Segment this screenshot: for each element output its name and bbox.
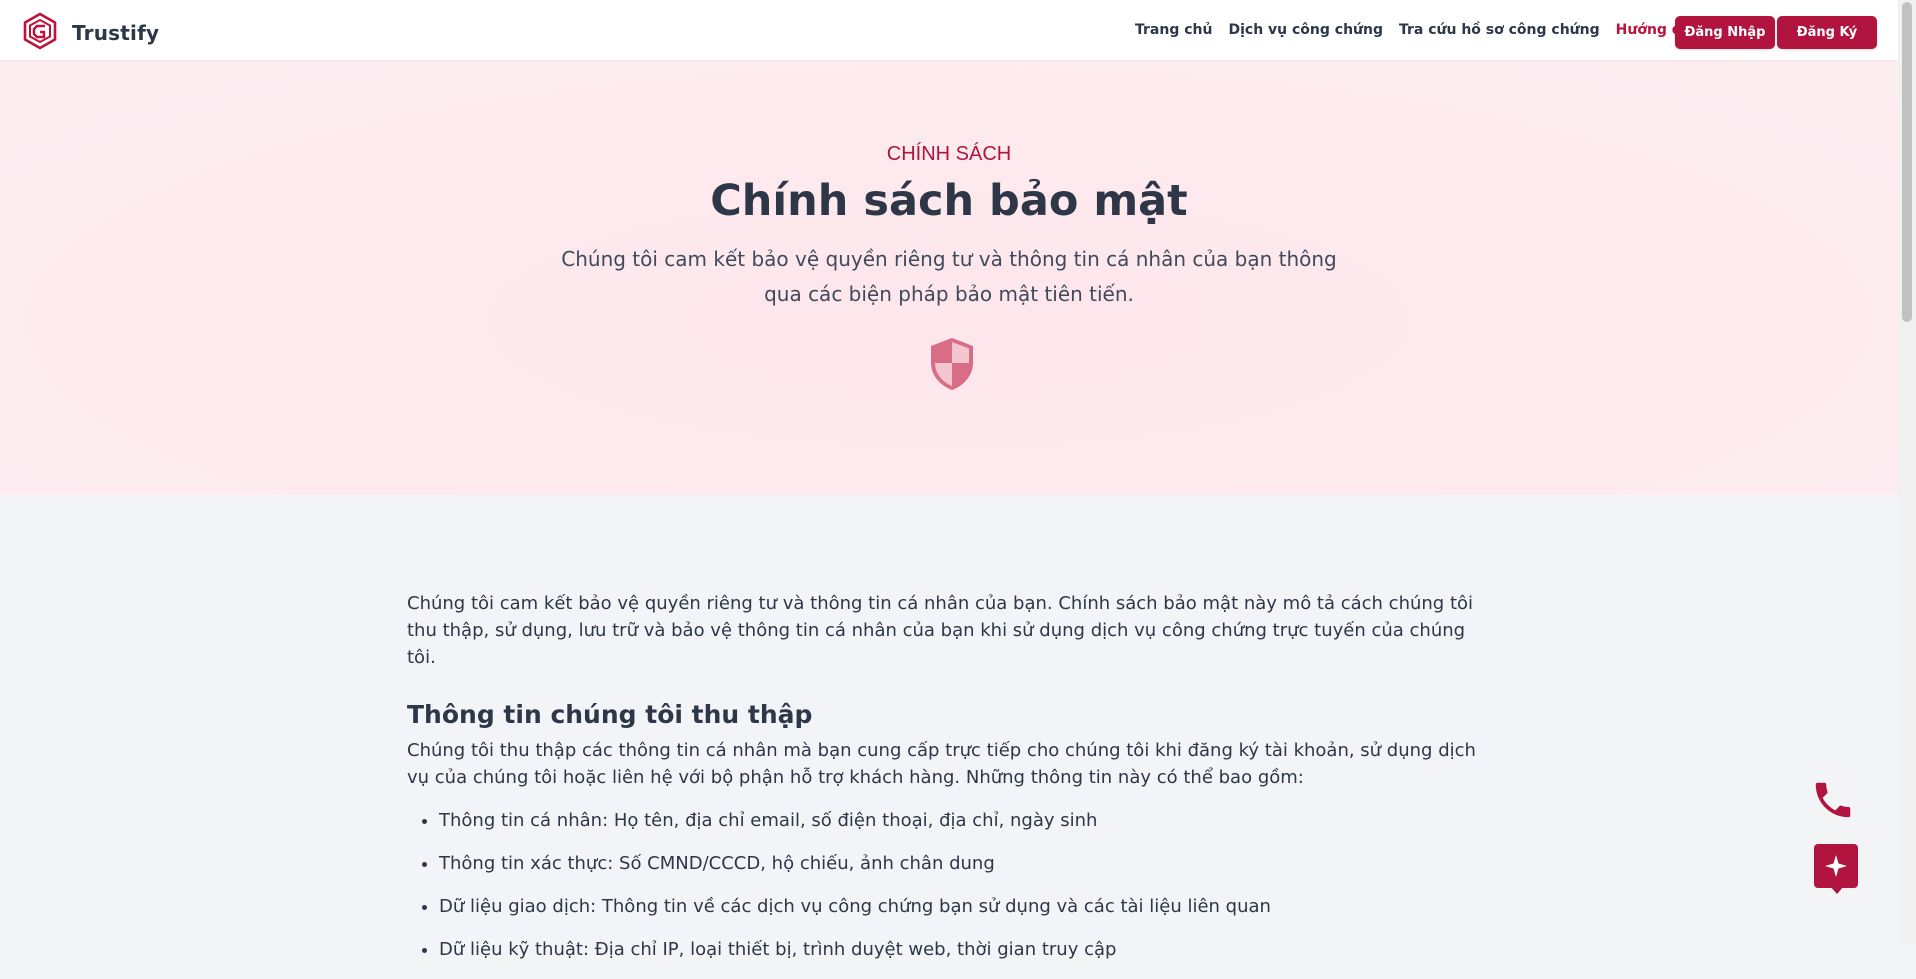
top-navbar: Trustify Trang chủ Dịch vụ công chứng Tr…: [0, 0, 1898, 60]
hero-subtitle: Chúng tôi cam kết bảo vệ quyền riêng tư …: [561, 247, 1337, 306]
brand-name: Trustify: [72, 21, 160, 45]
main-nav: Trang chủ Dịch vụ công chứng Tra cứu hồ …: [1135, 22, 1717, 38]
brand[interactable]: Trustify: [22, 12, 159, 54]
chat-bubble-tail: [1830, 886, 1844, 894]
section-heading: Thông tin chúng tôi thu thập: [407, 700, 813, 729]
sparkle-icon: [1824, 854, 1848, 882]
section-paragraph: Chúng tôi thu thập các thông tin cá nhân…: [407, 740, 1476, 788]
scrollbar-thumb[interactable]: [1902, 2, 1912, 322]
phone-icon[interactable]: [1810, 777, 1854, 823]
list-item: Dữ liệu kỹ thuật: Địa chỉ IP, loại thiết…: [439, 936, 1497, 963]
trustify-logo-icon: [22, 12, 58, 54]
list-item: Thông tin cá nhân: Họ tên, địa chỉ email…: [439, 807, 1497, 834]
policy-content-card: Chúng tôi cam kết bảo vệ quyền riêng tư …: [378, 557, 1525, 960]
intro-paragraph: Chúng tôi cam kết bảo vệ quyền riêng tư …: [407, 593, 1474, 668]
shield-icon: [928, 336, 976, 392]
register-button[interactable]: Đăng Ký: [1777, 16, 1877, 49]
nav-item-lookup[interactable]: Tra cứu hồ sơ công chứng: [1399, 22, 1600, 38]
nav-item-home[interactable]: Trang chủ: [1135, 22, 1212, 38]
login-button[interactable]: Đăng Nhập: [1675, 16, 1775, 49]
chat-assistant-button[interactable]: [1814, 844, 1858, 888]
page-scrollbar[interactable]: [1898, 0, 1916, 945]
page-title: Chính sách bảo mật: [710, 176, 1188, 226]
list-item: Dữ liệu giao dịch: Thông tin về các dịch…: [439, 893, 1497, 920]
collected-info-list: Thông tin cá nhân: Họ tên, địa chỉ email…: [407, 807, 1497, 963]
hero-section: CHÍNH SÁCH Chính sách bảo mật Chúng tôi …: [0, 60, 1898, 495]
list-item: Thông tin xác thực: Số CMND/CCCD, hộ chi…: [439, 850, 1497, 877]
nav-item-notary-services[interactable]: Dịch vụ công chứng: [1228, 22, 1383, 38]
hero-eyebrow: CHÍNH SÁCH: [886, 143, 1012, 165]
